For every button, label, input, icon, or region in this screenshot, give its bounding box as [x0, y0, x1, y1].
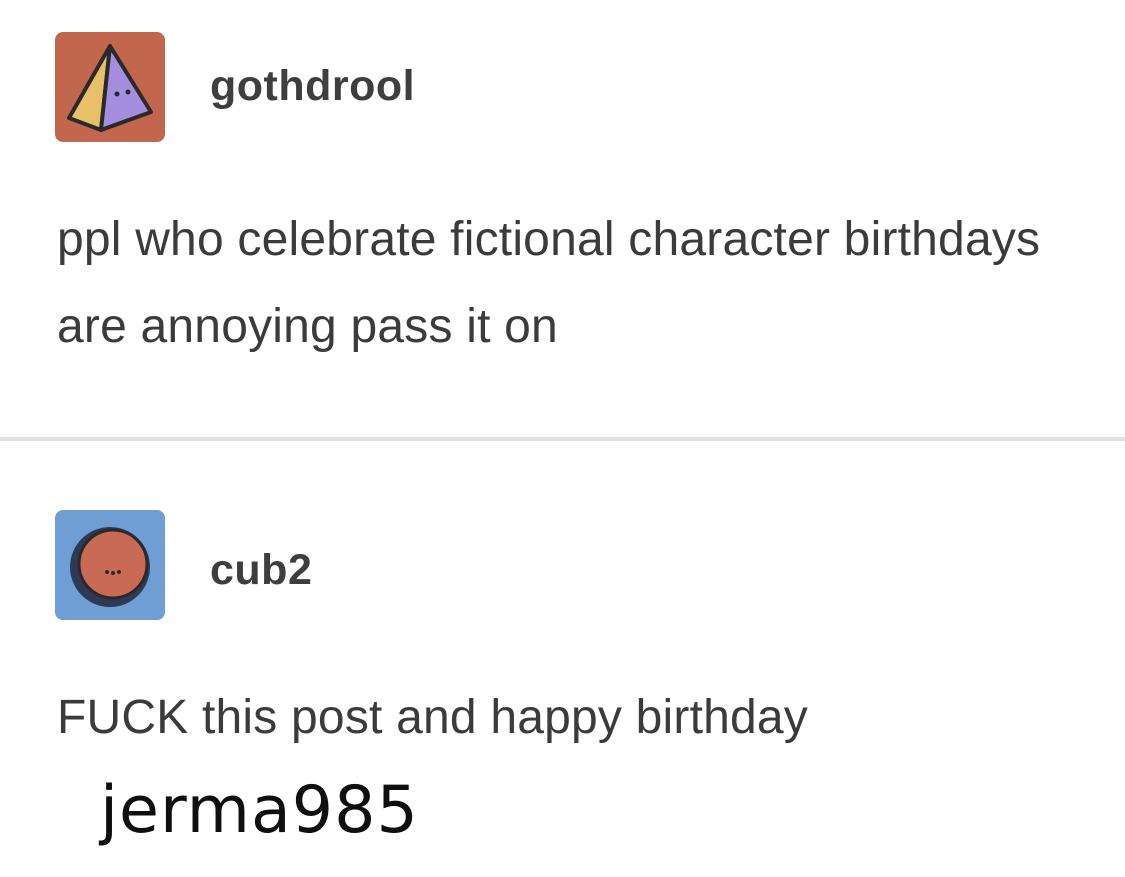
round-face-icon	[55, 510, 165, 620]
divider	[0, 437, 1125, 441]
post-text: ppl who celebrate fictional character bi…	[57, 213, 1041, 353]
post-text: FUCK this post and happy birthday	[57, 691, 808, 744]
username[interactable]: gothdrool	[210, 62, 415, 111]
avatar-gothdrool[interactable]	[55, 32, 165, 142]
avatar-cub2[interactable]	[55, 510, 165, 620]
username[interactable]: cub2	[210, 546, 312, 595]
pyramid-face-icon	[55, 32, 165, 142]
caption: jerma985	[100, 773, 419, 848]
